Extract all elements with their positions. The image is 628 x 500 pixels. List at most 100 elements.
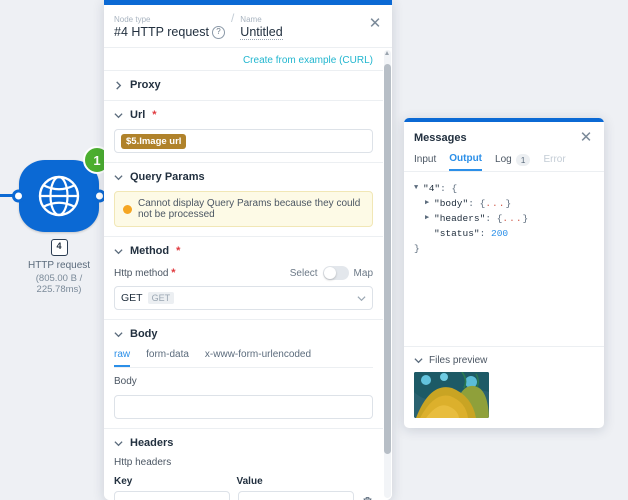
scroll-up-arrow-icon[interactable] xyxy=(385,51,389,55)
tab-raw[interactable]: raw xyxy=(114,349,131,367)
tab-input[interactable]: Input xyxy=(414,153,436,171)
panel-scrollbar[interactable] xyxy=(384,50,391,498)
section-headers-header[interactable]: Headers xyxy=(114,437,373,449)
messages-panel: Messages ✕ Input Output Log 1 Error ▼ "4… xyxy=(404,118,604,428)
toggle-label-map: Map xyxy=(353,267,373,279)
chevron-down-icon xyxy=(114,440,123,446)
url-token-chip[interactable]: $5.Image url xyxy=(121,133,187,149)
globe-icon xyxy=(38,175,80,217)
section-method: Method * Http method * Select Map GET GE… xyxy=(104,236,383,319)
required-marker: * xyxy=(176,245,181,257)
section-query-params-header[interactable]: Query Params xyxy=(114,171,373,183)
body-input[interactable] xyxy=(114,395,373,419)
help-icon[interactable]: ? xyxy=(211,25,225,39)
caret-down-icon[interactable]: ▼ xyxy=(414,181,423,196)
node-type-value: #4 HTTP request ? xyxy=(114,25,225,39)
node-input-port[interactable] xyxy=(12,189,25,203)
http-method-label: Http method * xyxy=(114,267,176,279)
http-request-node[interactable]: 1 4 HTTP request (805.00 B / 225.78ms) xyxy=(12,146,111,295)
http-headers-sublabel: Http headers xyxy=(114,457,172,468)
header-entry-row xyxy=(114,491,373,500)
trash-icon[interactable] xyxy=(362,496,373,500)
headers-columns: Key Value xyxy=(114,476,373,487)
chevron-right-icon xyxy=(116,80,122,90)
http-method-select[interactable]: GET GET xyxy=(114,286,373,310)
panel-body: Create from example (CURL) Proxy Url * $… xyxy=(104,47,392,500)
section-headers: Headers Http headers Key Value xyxy=(104,428,383,500)
image-thumbnail[interactable] xyxy=(414,372,489,418)
json-body-line[interactable]: ▶ "body" : { ... } xyxy=(414,196,594,211)
column-key: Key xyxy=(114,476,133,487)
json-status-key: "status" xyxy=(434,228,480,239)
node-settings-panel: Node type #4 HTTP request ? / Name Untit… xyxy=(104,0,392,500)
caret-right-icon[interactable]: ▶ xyxy=(425,196,434,211)
section-method-header[interactable]: Method * xyxy=(114,245,373,257)
warning-icon xyxy=(123,204,132,214)
node-number: 4 xyxy=(50,239,68,256)
http-method-value: GET xyxy=(121,292,143,304)
json-body-dots: ... xyxy=(485,198,506,209)
section-proxy-title: Proxy xyxy=(130,79,161,91)
json-body-open: : { xyxy=(468,198,486,209)
query-params-warning-text: Cannot display Query Params because they… xyxy=(138,198,361,220)
node-type-text: #4 HTTP request xyxy=(114,25,209,39)
http-method-tag: GET xyxy=(147,292,175,304)
section-body-header[interactable]: Body xyxy=(114,328,373,340)
tab-log-badge: 1 xyxy=(515,153,531,166)
output-json-viewer[interactable]: ▼ "4" : { ▶ "body" : { ... } ▶ "headers"… xyxy=(404,172,604,346)
json-headers-key: "headers" xyxy=(434,213,486,224)
select-map-toggle-group[interactable]: Select Map xyxy=(290,266,373,280)
json-status-line: "status" : 200 xyxy=(414,226,594,241)
method-field-row: Http method * Select Map xyxy=(114,266,373,280)
tab-output[interactable]: Output xyxy=(449,153,483,171)
tab-error[interactable]: Error xyxy=(543,153,565,171)
node-title: HTTP request xyxy=(27,260,91,271)
chevron-down-icon xyxy=(114,248,123,254)
workflow-canvas[interactable]: 1 4 HTTP request (805.00 B / 225.78ms) N… xyxy=(0,0,628,500)
column-value: Value xyxy=(236,476,263,487)
caret-right-icon[interactable]: ▶ xyxy=(425,211,434,226)
header-value-input[interactable] xyxy=(238,491,354,500)
node-meta: (805.00 B / 225.78ms) xyxy=(35,273,83,295)
tab-log[interactable]: Log 1 xyxy=(495,153,531,171)
tab-form-data[interactable]: form-data xyxy=(146,349,189,367)
chevron-down-icon xyxy=(357,295,366,301)
messages-title: Messages xyxy=(414,132,467,144)
select-map-toggle[interactable] xyxy=(322,266,349,280)
json-root-line[interactable]: ▼ "4" : { xyxy=(414,181,594,196)
section-method-title: Method xyxy=(130,245,170,257)
messages-close-icon[interactable]: ✕ xyxy=(578,130,594,146)
section-query-params: Query Params Cannot display Query Params… xyxy=(104,162,383,236)
url-input[interactable]: $5.Image url xyxy=(114,129,373,153)
messages-header: Messages ✕ xyxy=(404,122,604,153)
panel-scroll-area[interactable]: Create from example (CURL) Proxy Url * $… xyxy=(104,48,383,500)
header-key-input[interactable] xyxy=(114,491,230,500)
required-marker: * xyxy=(171,267,176,279)
scrollbar-thumb[interactable] xyxy=(384,64,391,454)
close-icon[interactable]: ✕ xyxy=(367,16,383,32)
name-value[interactable]: Untitled xyxy=(240,25,283,40)
section-body: Body raw form-data x-www-form-urlencoded… xyxy=(104,319,383,428)
section-proxy-header[interactable]: Proxy xyxy=(114,79,373,91)
section-url-header[interactable]: Url * xyxy=(114,109,373,121)
name-label: Name xyxy=(240,15,262,24)
json-headers-line[interactable]: ▶ "headers" : { ... } xyxy=(414,211,594,226)
files-preview-header[interactable]: Files preview xyxy=(414,355,594,366)
node-type-label: Node type xyxy=(114,15,151,24)
json-headers-open: : { xyxy=(485,213,503,224)
tab-x-www-form-urlencoded[interactable]: x-www-form-urlencoded xyxy=(205,349,311,367)
json-body-key: "body" xyxy=(434,198,469,209)
files-preview-section: Files preview xyxy=(404,346,604,428)
curl-row: Create from example (CURL) xyxy=(104,48,383,70)
panel-header: Node type #4 HTTP request ? / Name Untit… xyxy=(104,5,392,47)
chevron-down-icon xyxy=(114,174,123,180)
json-root-close: } xyxy=(414,243,420,254)
node-shape[interactable]: 1 xyxy=(12,146,111,232)
required-marker: * xyxy=(152,109,157,121)
json-root-open: : { xyxy=(440,183,458,194)
files-preview-title: Files preview xyxy=(429,355,488,366)
create-from-curl-link[interactable]: Create from example (CURL) xyxy=(243,55,373,66)
json-root-key: "4" xyxy=(423,183,441,194)
section-query-params-title: Query Params xyxy=(130,171,205,183)
json-status-value: 200 xyxy=(491,228,509,239)
